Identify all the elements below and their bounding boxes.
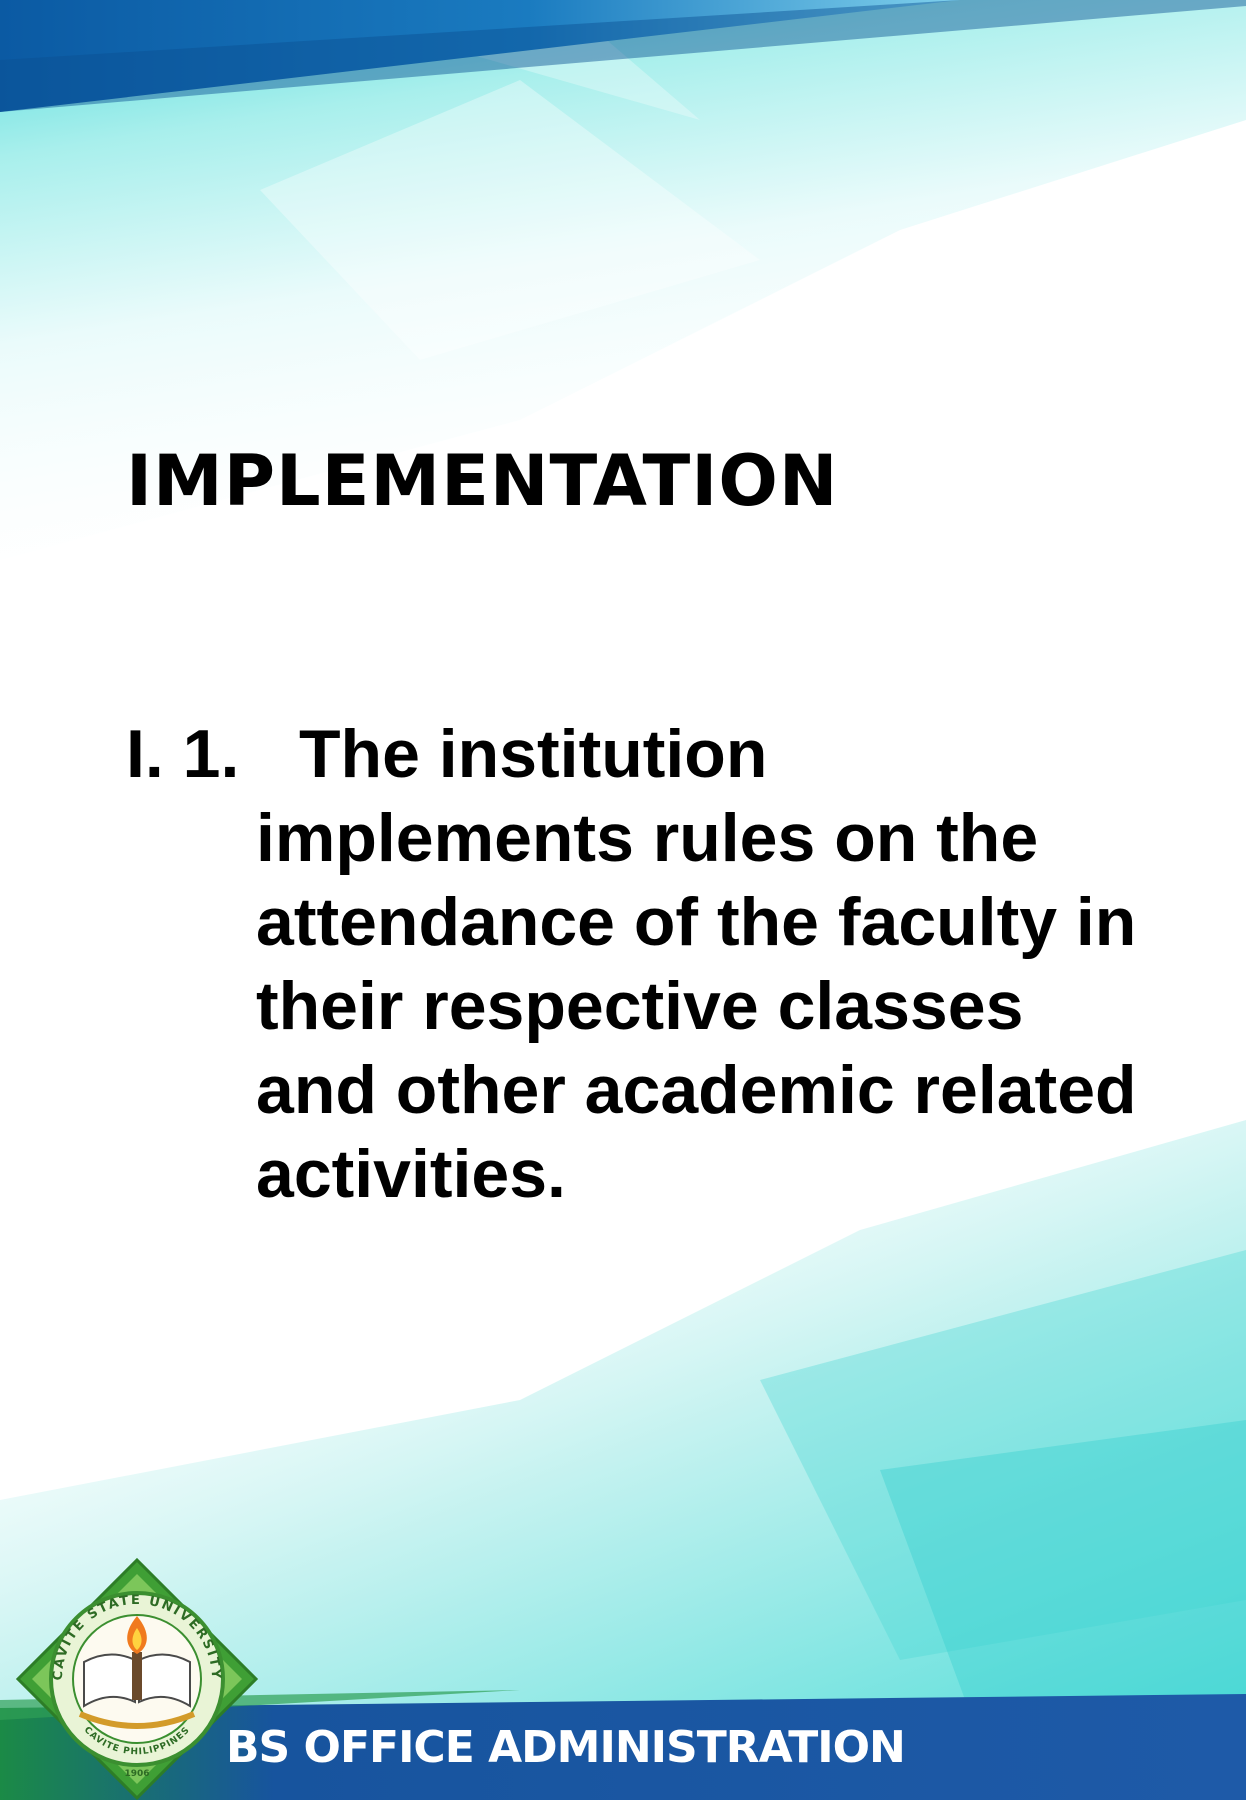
slide-title: IMPLEMENTATION — [126, 440, 839, 522]
footer-program-label: BS OFFICE ADMINISTRATION — [226, 1722, 906, 1773]
seal-year: 1906 — [124, 1769, 149, 1779]
slide: IMPLEMENTATION I. 1. The institution imp… — [0, 0, 1246, 1800]
item-number: I. 1. — [126, 716, 240, 792]
university-seal-logo: CAVITE STATE UNIVERSITY CAVITE PHILIPPIN… — [15, 1557, 259, 1800]
item-text: The institution implements rules on the … — [256, 716, 1137, 1212]
